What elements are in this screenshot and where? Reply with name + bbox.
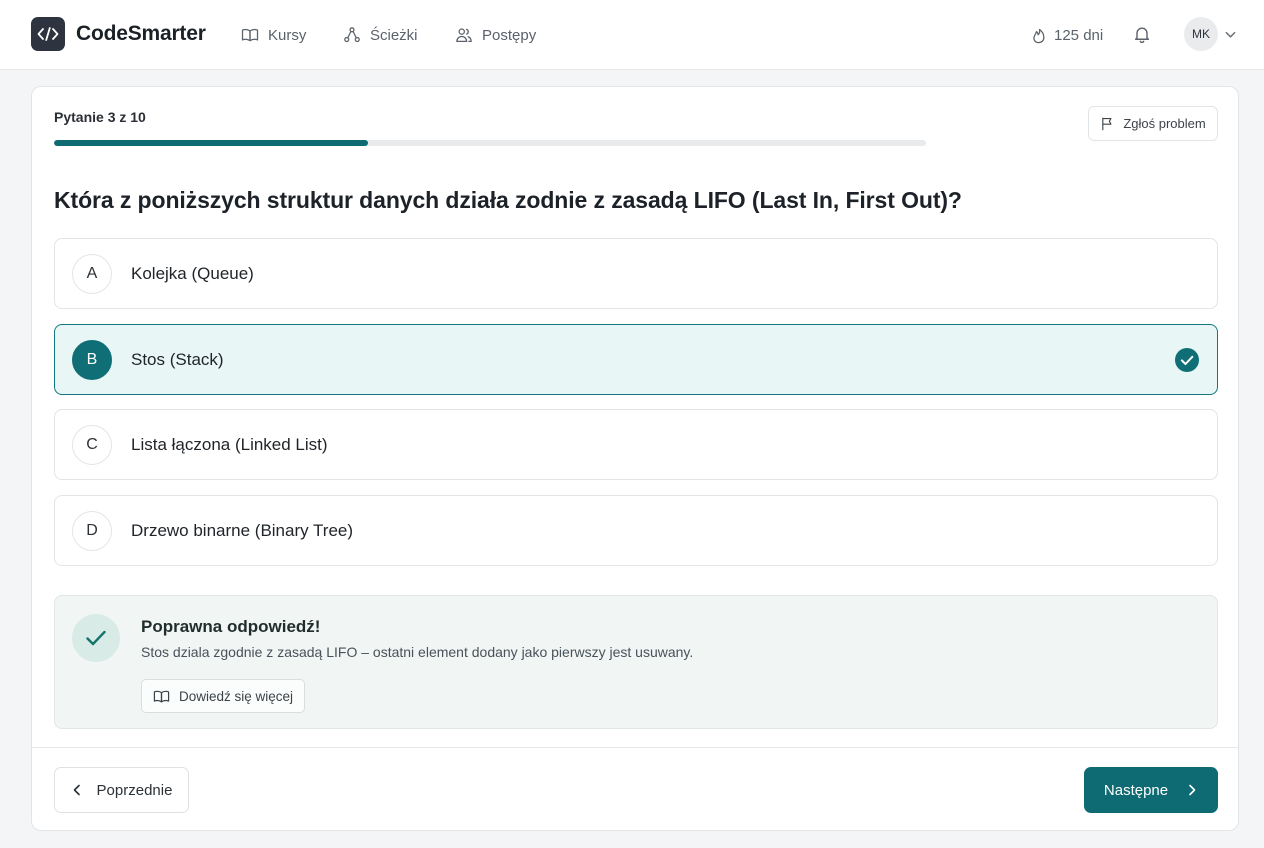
- answer-option-b[interactable]: B Stos (Stack): [54, 324, 1218, 395]
- streak-counter[interactable]: 125 dni: [1030, 24, 1103, 46]
- answer-option-c[interactable]: C Lista łączona (Linked List): [54, 409, 1218, 480]
- chevron-down-icon[interactable]: [1224, 28, 1237, 41]
- checkmark-icon: [72, 614, 120, 662]
- option-letter: A: [72, 254, 112, 294]
- option-text: Kolejka (Queue): [131, 264, 254, 283]
- report-problem-button[interactable]: Zgłoś problem: [1088, 106, 1218, 141]
- check-circle-icon: [1175, 348, 1199, 372]
- book-icon: [241, 28, 259, 42]
- answer-option-d[interactable]: D Drzewo binarne (Binary Tree): [54, 495, 1218, 566]
- progress-bar: [54, 140, 926, 146]
- nav-item-label: Ścieżki: [370, 26, 418, 44]
- logo-icon[interactable]: [31, 17, 65, 51]
- feedback-panel: Poprawna odpowiedź! Stos dziala zgodnie …: [54, 595, 1218, 729]
- learn-more-label: Dowiedź się więcej: [178, 688, 294, 704]
- question-counter: Pytanie 3 z 10: [54, 109, 146, 125]
- avatar[interactable]: MK: [1184, 17, 1218, 51]
- previous-label: Poprzednie: [96, 781, 173, 799]
- option-letter: C: [72, 425, 112, 465]
- paths-icon: [344, 27, 360, 43]
- flame-icon: [1033, 28, 1045, 43]
- next-button[interactable]: Następne: [1084, 767, 1218, 813]
- next-label: Następne: [1103, 781, 1169, 799]
- footer-divider: [32, 747, 1238, 748]
- nav-item-sciezki[interactable]: Ścieżki: [343, 24, 418, 46]
- option-letter: B: [72, 340, 112, 380]
- chevron-left-icon: [73, 784, 80, 796]
- option-text: Stos (Stack): [131, 350, 224, 369]
- progress-icon: [456, 28, 472, 43]
- answer-option-a[interactable]: A Kolejka (Queue): [54, 238, 1218, 309]
- quiz-card: Pytanie 3 z 10 Zgłoś problem Która z pon…: [31, 86, 1239, 831]
- option-letter: D: [72, 511, 112, 551]
- app-name[interactable]: CodeSmarter: [76, 22, 206, 46]
- question-text: Która z poniższych struktur danych dział…: [54, 187, 962, 213]
- progress-bar-fill: [54, 140, 368, 146]
- nav-item-label: Kursy: [268, 26, 307, 44]
- feedback-text: Stos dziala zgodnie z zasadą LIFO – osta…: [141, 644, 694, 660]
- chevron-right-icon: [1189, 784, 1196, 796]
- flag-icon: [1102, 117, 1112, 131]
- nav-item-label: Postępy: [482, 26, 537, 44]
- streak-label: 125 dni: [1054, 26, 1104, 44]
- nav-item-postepy[interactable]: Postępy: [455, 24, 536, 46]
- previous-button[interactable]: Poprzednie: [54, 767, 189, 813]
- avatar-initials: MK: [1192, 27, 1210, 41]
- option-text: Lista łączona (Linked List): [131, 435, 328, 454]
- option-text: Drzewo binarne (Binary Tree): [131, 521, 354, 540]
- report-problem-label: Zgłoś problem: [1123, 116, 1206, 131]
- nav-item-kursy[interactable]: Kursy: [241, 24, 306, 46]
- learn-more-button[interactable]: Dowiedź się więcej: [141, 679, 305, 713]
- top-bar: CodeSmarter Kursy Ścieżki Postępy 125 dn…: [0, 0, 1264, 70]
- book-icon: [153, 690, 170, 702]
- feedback-title: Poprawna odpowiedź!: [141, 617, 321, 636]
- bell-icon[interactable]: [1132, 24, 1152, 44]
